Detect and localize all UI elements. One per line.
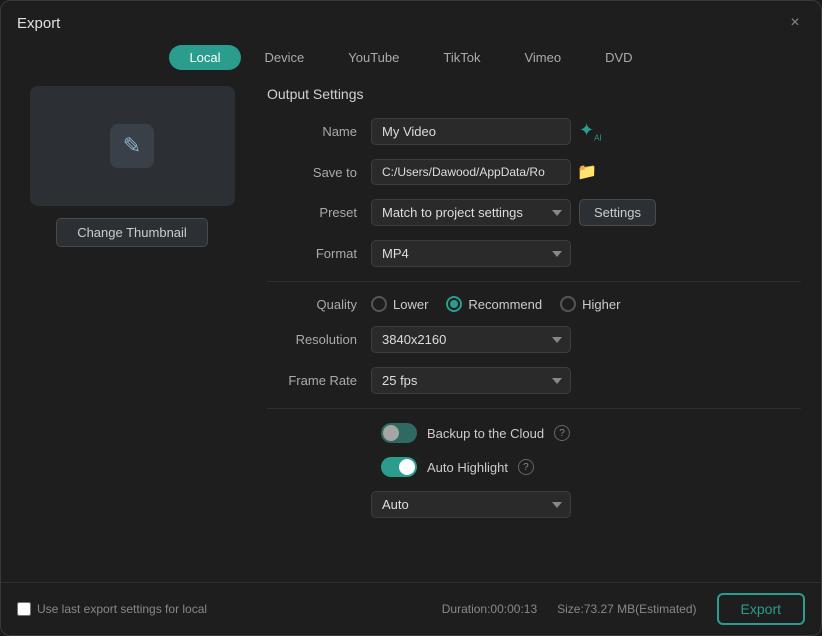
saveto-label: Save to bbox=[267, 165, 357, 180]
radio-lower bbox=[371, 296, 387, 312]
preset-select[interactable]: Match to project settings bbox=[371, 199, 571, 226]
ai-icon[interactable]: ✦AI bbox=[579, 120, 602, 143]
preset-input-row: Match to project settings Settings bbox=[371, 199, 656, 226]
duration-info: Duration:00:00:13 bbox=[442, 602, 537, 616]
change-thumbnail-button[interactable]: Change Thumbnail bbox=[56, 218, 208, 247]
section-title: Output Settings bbox=[267, 86, 801, 102]
autohighlight-toggle[interactable] bbox=[381, 457, 417, 477]
last-settings-label: Use last export settings for local bbox=[37, 602, 207, 616]
quality-label: Quality bbox=[267, 297, 357, 312]
tab-youtube[interactable]: YouTube bbox=[328, 45, 419, 70]
tab-local[interactable]: Local bbox=[169, 45, 240, 70]
close-button[interactable]: × bbox=[785, 13, 805, 33]
window-title: Export bbox=[17, 15, 60, 32]
preset-label: Preset bbox=[267, 205, 357, 220]
divider-2 bbox=[267, 408, 801, 409]
quality-higher[interactable]: Higher bbox=[560, 296, 620, 312]
resolution-row: Resolution 3840x2160 1920x1080 1280x720 bbox=[267, 326, 801, 353]
resolution-label: Resolution bbox=[267, 332, 357, 347]
quality-recommend[interactable]: Recommend bbox=[446, 296, 542, 312]
footer-left: Use last export settings for local bbox=[17, 602, 207, 616]
quality-higher-label: Higher bbox=[582, 297, 620, 312]
auto-select[interactable]: Auto Manual bbox=[371, 491, 571, 518]
autohighlight-help-icon[interactable]: ? bbox=[518, 459, 534, 475]
thumbnail-icon: ✎ bbox=[110, 124, 154, 168]
resolution-select[interactable]: 3840x2160 1920x1080 1280x720 bbox=[371, 326, 571, 353]
auto-select-row: Auto Manual bbox=[267, 491, 801, 518]
name-row: Name ✦AI bbox=[267, 118, 801, 145]
tab-device[interactable]: Device bbox=[245, 45, 325, 70]
format-select[interactable]: MP4 MOV AVI bbox=[371, 240, 571, 267]
radio-higher bbox=[560, 296, 576, 312]
footer: Use last export settings for local Durat… bbox=[1, 582, 821, 635]
framerate-label: Frame Rate bbox=[267, 373, 357, 388]
folder-icon[interactable]: 📁 bbox=[577, 162, 597, 182]
quality-lower[interactable]: Lower bbox=[371, 296, 428, 312]
tab-dvd[interactable]: DVD bbox=[585, 45, 652, 70]
name-label: Name bbox=[267, 124, 357, 139]
autohighlight-row: Auto Highlight ? bbox=[267, 457, 801, 477]
tab-vimeo[interactable]: Vimeo bbox=[504, 45, 581, 70]
export-window: Export × Local Device YouTube TikTok Vim… bbox=[0, 0, 822, 636]
last-settings-checkbox[interactable] bbox=[17, 602, 31, 616]
name-input-row: ✦AI bbox=[371, 118, 602, 145]
saveto-input[interactable] bbox=[371, 159, 571, 185]
backup-row: Backup to the Cloud ? bbox=[267, 423, 801, 443]
right-panel: Output Settings Name ✦AI Save to 📁 Pre bbox=[267, 82, 805, 582]
framerate-row: Frame Rate 25 fps 30 fps 60 fps bbox=[267, 367, 801, 394]
format-label: Format bbox=[267, 246, 357, 261]
quality-lower-label: Lower bbox=[393, 297, 428, 312]
thumbnail-preview: ✎ bbox=[30, 86, 235, 206]
radio-recommend bbox=[446, 296, 462, 312]
name-input[interactable] bbox=[371, 118, 571, 145]
framerate-select[interactable]: 25 fps 30 fps 60 fps bbox=[371, 367, 571, 394]
size-info: Size:73.27 MB(Estimated) bbox=[557, 602, 696, 616]
content-area: ✎ Change Thumbnail Output Settings Name … bbox=[1, 82, 821, 582]
backup-label: Backup to the Cloud bbox=[427, 426, 544, 441]
saveto-input-row: 📁 bbox=[371, 159, 597, 185]
left-panel: ✎ Change Thumbnail bbox=[17, 82, 247, 582]
footer-right: Duration:00:00:13 Size:73.27 MB(Estimate… bbox=[442, 593, 805, 625]
tab-tiktok[interactable]: TikTok bbox=[423, 45, 500, 70]
settings-button[interactable]: Settings bbox=[579, 199, 656, 226]
preset-row: Preset Match to project settings Setting… bbox=[267, 199, 801, 226]
quality-row: Quality Lower Recommend Higher bbox=[267, 296, 801, 312]
quality-recommend-label: Recommend bbox=[468, 297, 542, 312]
backup-toggle[interactable] bbox=[381, 423, 417, 443]
saveto-row: Save to 📁 bbox=[267, 159, 801, 185]
format-row: Format MP4 MOV AVI bbox=[267, 240, 801, 267]
backup-help-icon[interactable]: ? bbox=[554, 425, 570, 441]
export-button[interactable]: Export bbox=[717, 593, 805, 625]
tab-bar: Local Device YouTube TikTok Vimeo DVD bbox=[1, 41, 821, 82]
quality-options: Lower Recommend Higher bbox=[371, 296, 620, 312]
autohighlight-label: Auto Highlight bbox=[427, 460, 508, 475]
title-bar: Export × bbox=[1, 1, 821, 41]
divider-1 bbox=[267, 281, 801, 282]
